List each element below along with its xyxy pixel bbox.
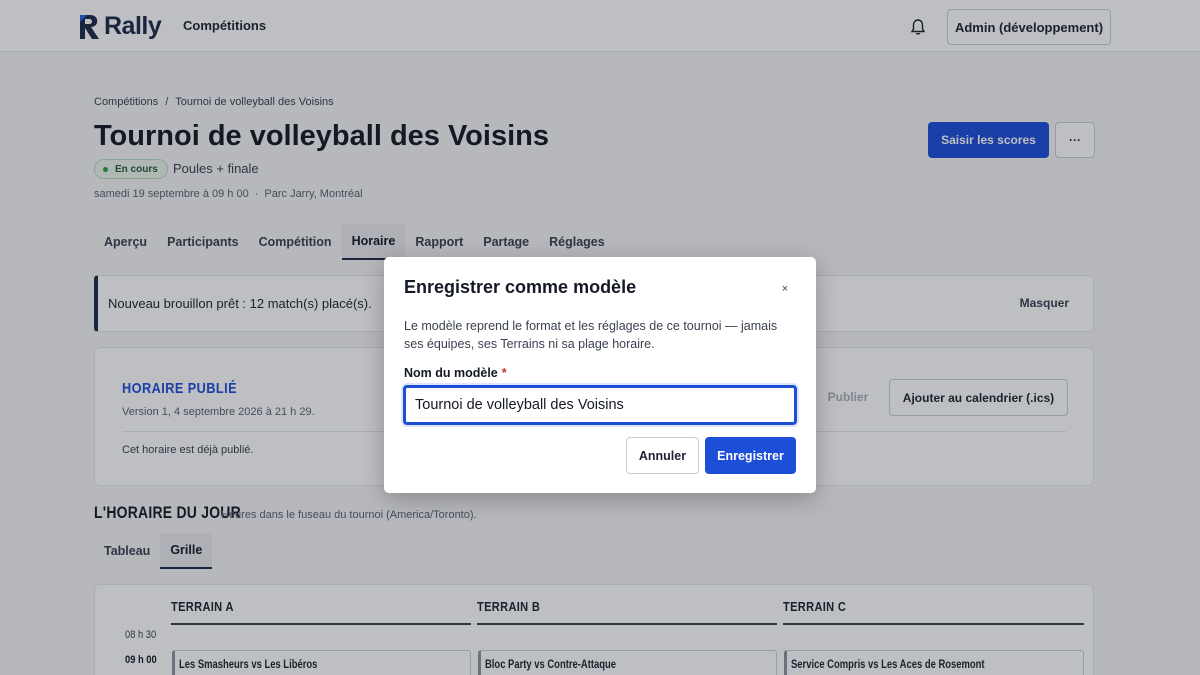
template-name-label: Nom du modèle * [404,366,507,380]
dialog-title: Enregistrer comme modèle [404,277,637,297]
close-icon[interactable]: × [777,281,793,297]
save-template-dialog: Enregistrer comme modèle × Le modèle rep… [384,257,816,493]
dialog-description: Le modèle reprend le format et les régla… [404,319,778,351]
cancel-button[interactable]: Annuler [626,437,699,474]
save-button[interactable]: Enregistrer [705,437,796,474]
field-label-text: Nom du modèle [404,366,498,380]
template-name-input[interactable] [403,385,797,425]
required-marker: * [501,366,507,380]
